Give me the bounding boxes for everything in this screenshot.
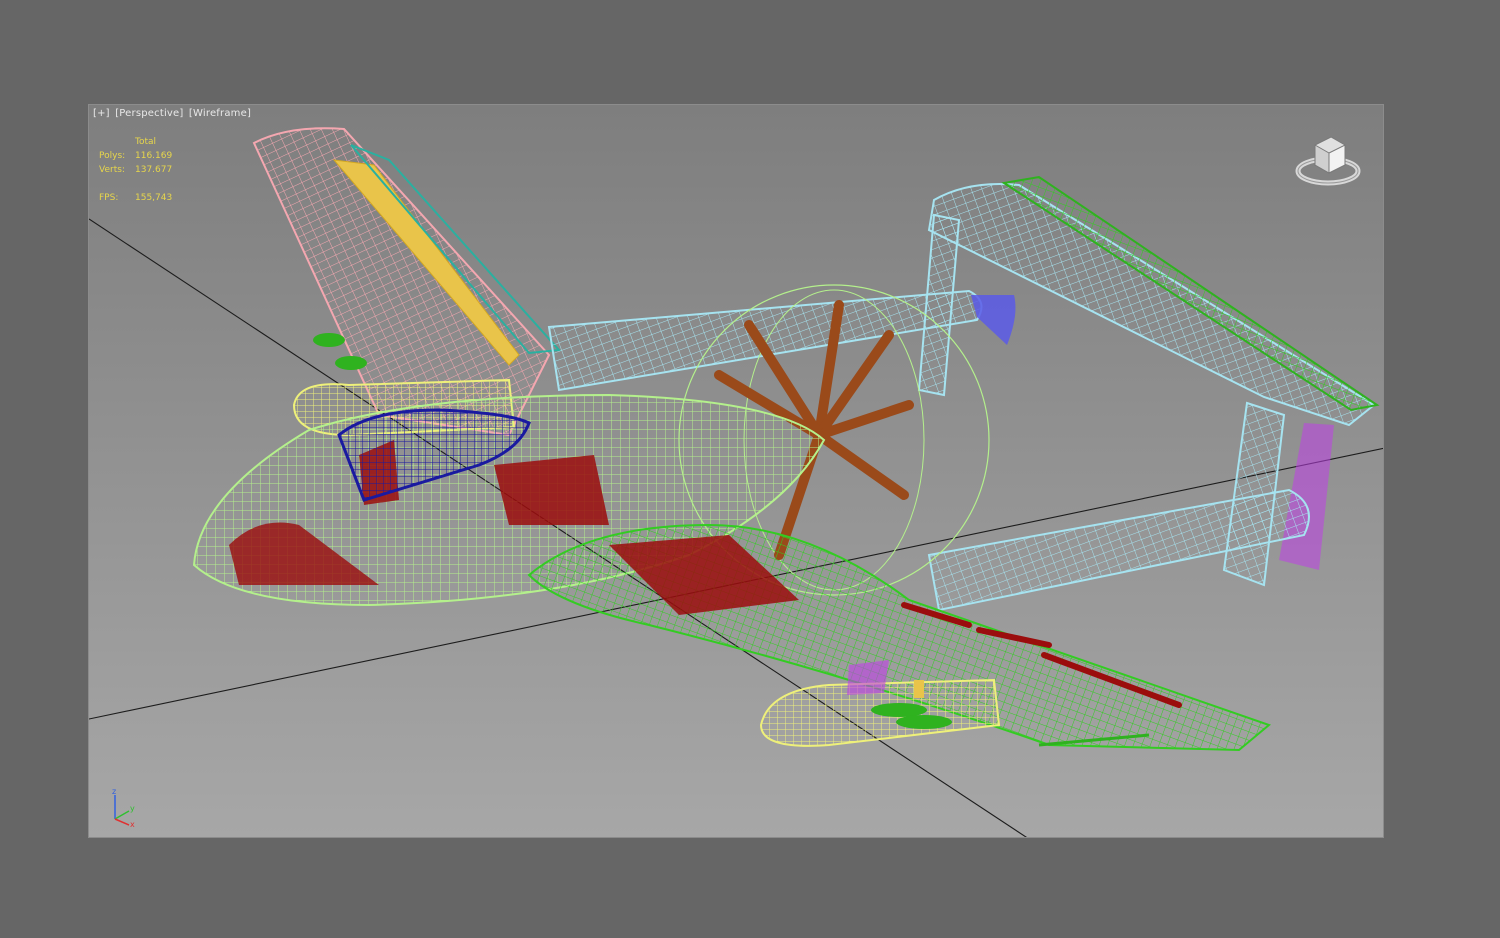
stats-verts-value: 137.677 — [135, 165, 173, 175]
stats-fps-label: FPS: — [99, 193, 119, 203]
perspective-viewport[interactable]: [+] [Perspective] [Wireframe] Total Poly… — [88, 104, 1384, 838]
axis-tripod-icon: z y x — [112, 787, 135, 829]
axis-x-label: x — [130, 820, 135, 829]
viewcube-icon[interactable] — [1293, 131, 1363, 191]
statistics-overlay: Total Polys: 116.169 Verts: 137.677 FPS:… — [99, 135, 172, 205]
axis-z-label: z — [112, 787, 116, 796]
viewport-shading-menu[interactable]: [Wireframe] — [189, 108, 251, 119]
wireframe-scene[interactable] — [89, 105, 1384, 838]
stats-polys-label: Polys: — [99, 151, 126, 161]
stats-polys-row: Polys: 116.169 — [99, 149, 172, 163]
stats-polys-value: 116.169 — [135, 151, 173, 161]
stats-total-label: Total — [135, 137, 157, 147]
viewport-pov-menu[interactable]: [Perspective] — [115, 108, 183, 119]
viewport-general-menu[interactable]: [+] — [93, 108, 110, 119]
stats-fps-row: FPS: 155,743 — [99, 191, 172, 205]
viewport-label-menu[interactable]: [+] [Perspective] [Wireframe] — [93, 108, 253, 119]
stats-verts-label: Verts: — [99, 165, 125, 175]
stats-fps-value: 155,743 — [135, 193, 173, 203]
axis-y-label: y — [130, 804, 135, 813]
stats-verts-row: Verts: 137.677 — [99, 163, 172, 177]
